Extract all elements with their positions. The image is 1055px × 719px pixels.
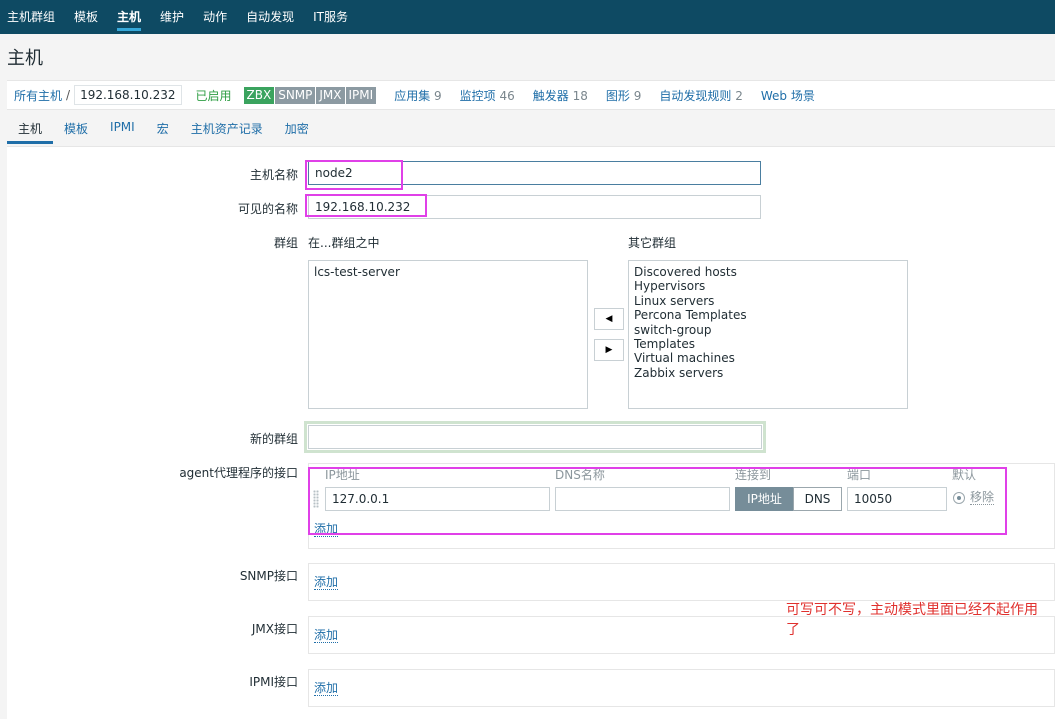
agent-interface-label: agent代理程序的接口 <box>179 466 298 480</box>
nav-actions[interactable]: 动作 <box>203 0 227 34</box>
badge-zbx: ZBX <box>243 86 275 104</box>
arrow-left-icon: ◀ <box>605 314 613 324</box>
ipmi-interface-panel <box>308 669 1055 707</box>
form-tabs: 主机 模板 IPMI 宏 主机资产记录 加密 <box>7 118 320 144</box>
new-group-wrapper <box>304 421 766 453</box>
tab-inventory[interactable]: 主机资产记录 <box>180 118 274 144</box>
nav-hosts[interactable]: 主机 <box>117 0 142 34</box>
breadcrumb: 所有主机 / 192.168.10.232 已启用 ZBX SNMP JMX I… <box>7 80 1055 110</box>
host-name-label: 主机名称 <box>249 168 298 182</box>
host-name-input[interactable]: node2 <box>308 161 761 185</box>
badge-ipmi: IPMI <box>345 86 377 104</box>
tab-host[interactable]: 主机 <box>7 118 54 144</box>
connect-ip-button[interactable]: IP地址 <box>735 487 794 511</box>
list-item[interactable]: Percona Templates <box>634 308 902 322</box>
page-title: 主机 <box>7 48 43 69</box>
column-port: 端口 <box>847 468 872 482</box>
column-dns: DNS名称 <box>555 468 605 482</box>
other-groups-list[interactable]: Discovered hosts Hypervisors Linux serve… <box>628 260 908 409</box>
link-graphs[interactable]: 图形 9 <box>606 87 641 104</box>
nav-host-groups[interactable]: 主机群组 <box>7 0 55 34</box>
list-item[interactable]: Virtual machines <box>634 351 902 365</box>
agent-ip-input[interactable]: 127.0.0.1 <box>325 487 550 511</box>
agent-port-input[interactable]: 10050 <box>847 487 947 511</box>
new-group-input[interactable] <box>308 425 762 449</box>
tab-ipmi[interactable]: IPMI <box>99 118 146 144</box>
move-right-button[interactable]: ▶ <box>594 339 624 361</box>
column-connect: 连接到 <box>735 468 772 482</box>
other-groups-label: 其它群组 <box>628 236 677 250</box>
jmx-add-link[interactable]: 添加 <box>314 628 339 643</box>
breadcrumb-current-host: 192.168.10.232 <box>74 85 182 105</box>
list-item[interactable]: lcs-test-server <box>314 265 582 279</box>
in-groups-label: 在...群组之中 <box>308 236 380 250</box>
tab-encryption[interactable]: 加密 <box>274 118 320 144</box>
arrow-right-icon: ▶ <box>605 345 613 355</box>
availability-badges: ZBX SNMP JMX IPMI <box>243 86 377 104</box>
list-item[interactable]: Templates <box>634 337 902 351</box>
new-group-label: 新的群组 <box>249 432 298 446</box>
snmp-add-link[interactable]: 添加 <box>314 575 339 590</box>
agent-dns-input[interactable] <box>555 487 730 511</box>
link-applications[interactable]: 应用集 9 <box>394 87 441 104</box>
tab-macros[interactable]: 宏 <box>146 118 180 144</box>
nav-templates[interactable]: 模板 <box>74 0 98 34</box>
column-default: 默认 <box>952 468 977 482</box>
status-enabled[interactable]: 已启用 <box>196 87 232 104</box>
badge-jmx: JMX <box>316 86 345 104</box>
nav-discovery[interactable]: 自动发现 <box>246 0 294 34</box>
jmx-interface-label: JMX接口 <box>251 622 298 636</box>
nav-it-services[interactable]: IT服务 <box>313 0 348 34</box>
connect-dns-button[interactable]: DNS <box>793 487 842 511</box>
link-web-scenarios[interactable]: Web 场景 <box>761 87 815 104</box>
snmp-interface-label: SNMP接口 <box>239 569 298 583</box>
top-nav: 主机群组 模板 主机 维护 动作 自动发现 IT服务 <box>0 0 1055 34</box>
visible-name-input[interactable]: 192.168.10.232 <box>308 195 761 219</box>
ipmi-interface-label: IPMI接口 <box>249 675 298 689</box>
visible-name-label: 可见的名称 <box>237 202 298 216</box>
breadcrumb-all-hosts[interactable]: 所有主机 <box>14 87 62 104</box>
list-item[interactable]: Zabbix servers <box>634 366 902 380</box>
breadcrumb-separator: / <box>66 88 71 102</box>
link-items[interactable]: 监控项 46 <box>460 87 515 104</box>
link-discovery-rules[interactable]: 自动发现规则 2 <box>659 87 742 104</box>
list-item[interactable]: Linux servers <box>634 294 902 308</box>
badge-snmp: SNMP <box>275 86 316 104</box>
list-item[interactable]: switch-group <box>634 323 902 337</box>
in-groups-list[interactable]: lcs-test-server <box>308 260 588 409</box>
list-item[interactable]: Discovered hosts <box>634 265 902 279</box>
annotation-note: 可写可不写，主动模式里面已经不起作用了 <box>786 602 1038 638</box>
tab-templates[interactable]: 模板 <box>53 118 99 144</box>
move-left-button[interactable]: ◀ <box>594 308 624 330</box>
default-radio[interactable] <box>953 492 965 504</box>
agent-add-link[interactable]: 添加 <box>314 522 339 537</box>
remove-link[interactable]: 移除 <box>970 490 995 505</box>
link-triggers[interactable]: 触发器 18 <box>533 87 588 104</box>
nav-maintenance[interactable]: 维护 <box>160 0 184 34</box>
column-ip: IP地址 <box>325 468 360 482</box>
ipmi-add-link[interactable]: 添加 <box>314 681 339 696</box>
list-item[interactable]: Hypervisors <box>634 279 902 293</box>
drag-handle-icon[interactable] <box>313 490 319 508</box>
groups-label: 群组 <box>273 236 298 250</box>
snmp-interface-panel <box>308 563 1055 601</box>
